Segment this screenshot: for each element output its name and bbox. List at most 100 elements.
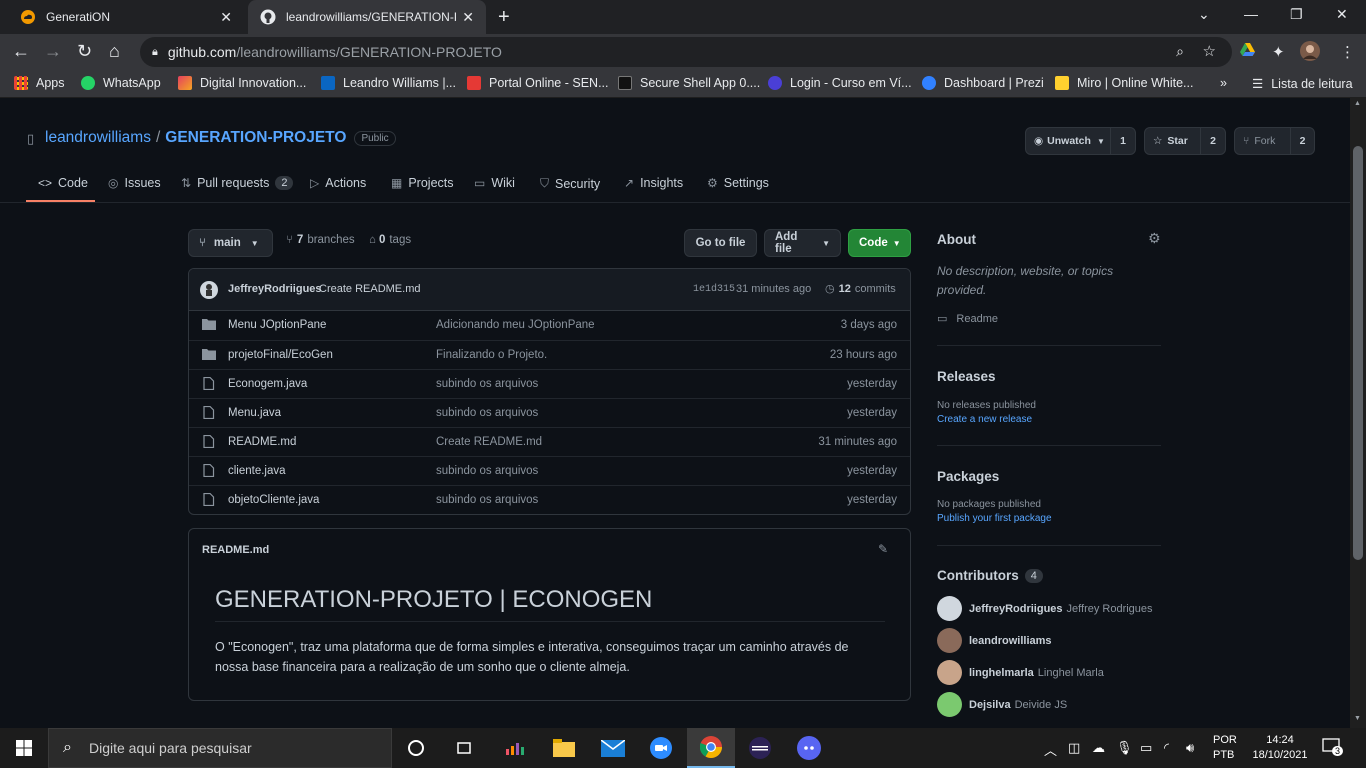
close-window-icon[interactable]: ✕ [1336, 6, 1348, 23]
home-icon[interactable]: ⌂ [109, 41, 120, 62]
file-name[interactable]: objetoCliente.java [228, 494, 319, 506]
file-explorer-icon[interactable] [540, 728, 588, 768]
bookmarks-overflow-button[interactable]: » [1220, 76, 1227, 90]
tab-settings[interactable]: ⚙ Settings [707, 176, 769, 190]
contributor-item[interactable]: JeffreyRodriigues Jeffrey Rodrigues [937, 596, 1153, 621]
releases-heading[interactable]: Releases [937, 369, 996, 384]
deezer-icon[interactable] [491, 728, 539, 768]
scrollbar-thumb[interactable] [1353, 146, 1363, 560]
address-bar[interactable]: 🔒︎ github.com/leandrowilliams/GENERATION… [140, 37, 1232, 67]
contributor-item[interactable]: leandrowilliams [937, 628, 1056, 653]
bookmark-curso-em-video[interactable]: Login - Curso em Ví... [768, 76, 912, 90]
chrome-taskbar-icon[interactable] [687, 728, 735, 768]
minimize-icon[interactable]: — [1244, 6, 1258, 22]
bookmark-apps[interactable]: Apps [14, 76, 65, 90]
bookmark-senac[interactable]: Portal Online - SEN... [467, 76, 609, 90]
taskbar-search-input[interactable]: ⌕ Digite aqui para pesquisar [48, 728, 392, 768]
branch-select-button[interactable]: ⑂ main ▼ [188, 229, 273, 257]
cortana-icon[interactable] [392, 728, 440, 768]
file-commit-message[interactable]: subindo os arquivos [436, 465, 538, 477]
bookmark-secure-shell[interactable]: Secure Shell App 0.... [618, 76, 760, 90]
repo-owner-link[interactable]: leandrowilliams [45, 129, 151, 147]
tab-issues[interactable]: ◎ Issues [108, 176, 161, 190]
tab-code[interactable]: <> Code [38, 176, 88, 190]
contributor-item[interactable]: Dejsilva Deivide JS [937, 692, 1067, 717]
camera-icon[interactable]: ◫ [1068, 740, 1080, 756]
file-commit-message[interactable]: Finalizando o Projeto. [436, 349, 547, 361]
wifi-icon[interactable]: ◜ [1164, 740, 1169, 756]
maximize-icon[interactable]: ❐ [1290, 6, 1303, 23]
new-tab-button[interactable]: + [498, 6, 510, 29]
commit-message[interactable]: Create README.md [319, 283, 420, 295]
repo-name-link[interactable]: GENERATION-PROJETO [165, 129, 346, 147]
tags-link[interactable]: ⌂ 0 tags [369, 234, 411, 246]
unwatch-button[interactable]: ◉ Unwatch ▼ [1025, 127, 1111, 155]
file-commit-message[interactable]: subindo os arquivos [436, 494, 538, 506]
windows-start-icon[interactable] [0, 728, 48, 768]
tab-github-repo[interactable]: leandrowilliams/GENERATION-PROJETO ✕ [248, 0, 486, 34]
zoom-search-icon[interactable]: ⌕ [1176, 43, 1184, 60]
star-count[interactable]: 2 [1200, 127, 1226, 155]
file-name[interactable]: Menu.java [228, 407, 281, 419]
file-commit-message[interactable]: subindo os arquivos [436, 407, 538, 419]
file-name[interactable]: README.md [228, 436, 296, 448]
reading-list-button[interactable]: ☰ Lista de leitura [1252, 76, 1353, 92]
forward-icon[interactable]: → [44, 41, 62, 62]
watch-count[interactable]: 1 [1110, 127, 1136, 155]
onedrive-icon[interactable]: ☁ [1092, 740, 1105, 756]
commit-author-avatar[interactable] [200, 281, 218, 304]
close-icon[interactable]: ✕ [220, 9, 232, 26]
star-button[interactable]: ☆ Star [1144, 127, 1201, 155]
google-drive-icon[interactable] [1240, 43, 1255, 61]
clock[interactable]: 14:24 18/10/2021 [1248, 733, 1312, 763]
edit-pencil-icon[interactable]: ✎ [878, 542, 888, 556]
bookmark-linkedin[interactable]: Leandro Williams |... [321, 76, 456, 90]
file-name[interactable]: projetoFinal/EcoGen [228, 349, 333, 361]
file-commit-message[interactable]: Adicionando meu JOptionPane [436, 319, 595, 331]
language-indicator[interactable]: POR PTB [1213, 733, 1237, 763]
file-row[interactable]: Menu.java subindo os arquivos yesterday [189, 398, 910, 427]
commit-author[interactable]: JeffreyRodriigues [228, 283, 322, 295]
volume-icon[interactable]: 🔊︎ [1186, 740, 1194, 756]
contributors-heading-row[interactable]: Contributors 4 [937, 568, 1043, 583]
code-download-button[interactable]: Code ▼ [848, 229, 911, 257]
go-to-file-button[interactable]: Go to file [684, 229, 757, 257]
file-name[interactable]: cliente.java [228, 465, 286, 477]
file-name[interactable]: Econogem.java [228, 378, 307, 390]
eclipse-icon[interactable] [736, 728, 784, 768]
scroll-up-icon[interactable]: ▲ [1354, 100, 1361, 107]
add-file-button[interactable]: Add file ▼ [764, 229, 841, 257]
publish-package-link[interactable]: Publish your first package [937, 513, 1052, 524]
bookmark-star-icon[interactable]: ☆ [1203, 42, 1216, 60]
contributor-item[interactable]: linghelmarla Linghel Marla [937, 660, 1104, 685]
tab-security[interactable]: ⛉ Security [540, 176, 600, 191]
extensions-icon[interactable]: ✦ [1272, 43, 1285, 61]
packages-heading[interactable]: Packages [937, 469, 999, 484]
bookmark-whatsapp[interactable]: WhatsApp [81, 76, 161, 90]
back-icon[interactable]: ← [12, 41, 30, 62]
tab-actions[interactable]: ▷ Actions [310, 176, 366, 190]
scroll-down-icon[interactable]: ▼ [1354, 715, 1361, 722]
commits-link[interactable]: ◷ 12 commits [825, 282, 896, 296]
file-commit-message[interactable]: subindo os arquivos [436, 378, 538, 390]
file-row[interactable]: README.md Create README.md 31 minutes ag… [189, 427, 910, 456]
create-release-link[interactable]: Create a new release [937, 414, 1032, 425]
tab-projects[interactable]: ▦ Projects [391, 176, 454, 190]
close-icon[interactable]: ✕ [462, 9, 474, 26]
file-row[interactable]: projetoFinal/EcoGen Finalizando o Projet… [189, 340, 910, 369]
bookmark-prezi[interactable]: Dashboard | Prezi [922, 76, 1044, 90]
gear-icon[interactable]: ⚙ [1148, 230, 1161, 247]
discord-icon[interactable] [785, 728, 833, 768]
file-name[interactable]: Menu JOptionPane [228, 319, 326, 331]
tab-pull-requests[interactable]: ⇅ Pull requests 2 [181, 176, 294, 190]
mail-icon[interactable] [589, 728, 637, 768]
file-row[interactable]: cliente.java subindo os arquivos yesterd… [189, 456, 910, 485]
fork-button[interactable]: ⑂ Fork [1234, 127, 1291, 155]
battery-icon[interactable]: ▭ [1140, 740, 1152, 756]
tab-search-icon[interactable]: ⌄ [1198, 6, 1210, 23]
bookmark-miro[interactable]: Miro | Online White... [1055, 76, 1193, 90]
task-view-icon[interactable] [440, 728, 488, 768]
fork-count[interactable]: 2 [1290, 127, 1315, 155]
commit-sha[interactable]: 1e1d315 [693, 284, 735, 295]
zoom-app-icon[interactable] [637, 728, 685, 768]
